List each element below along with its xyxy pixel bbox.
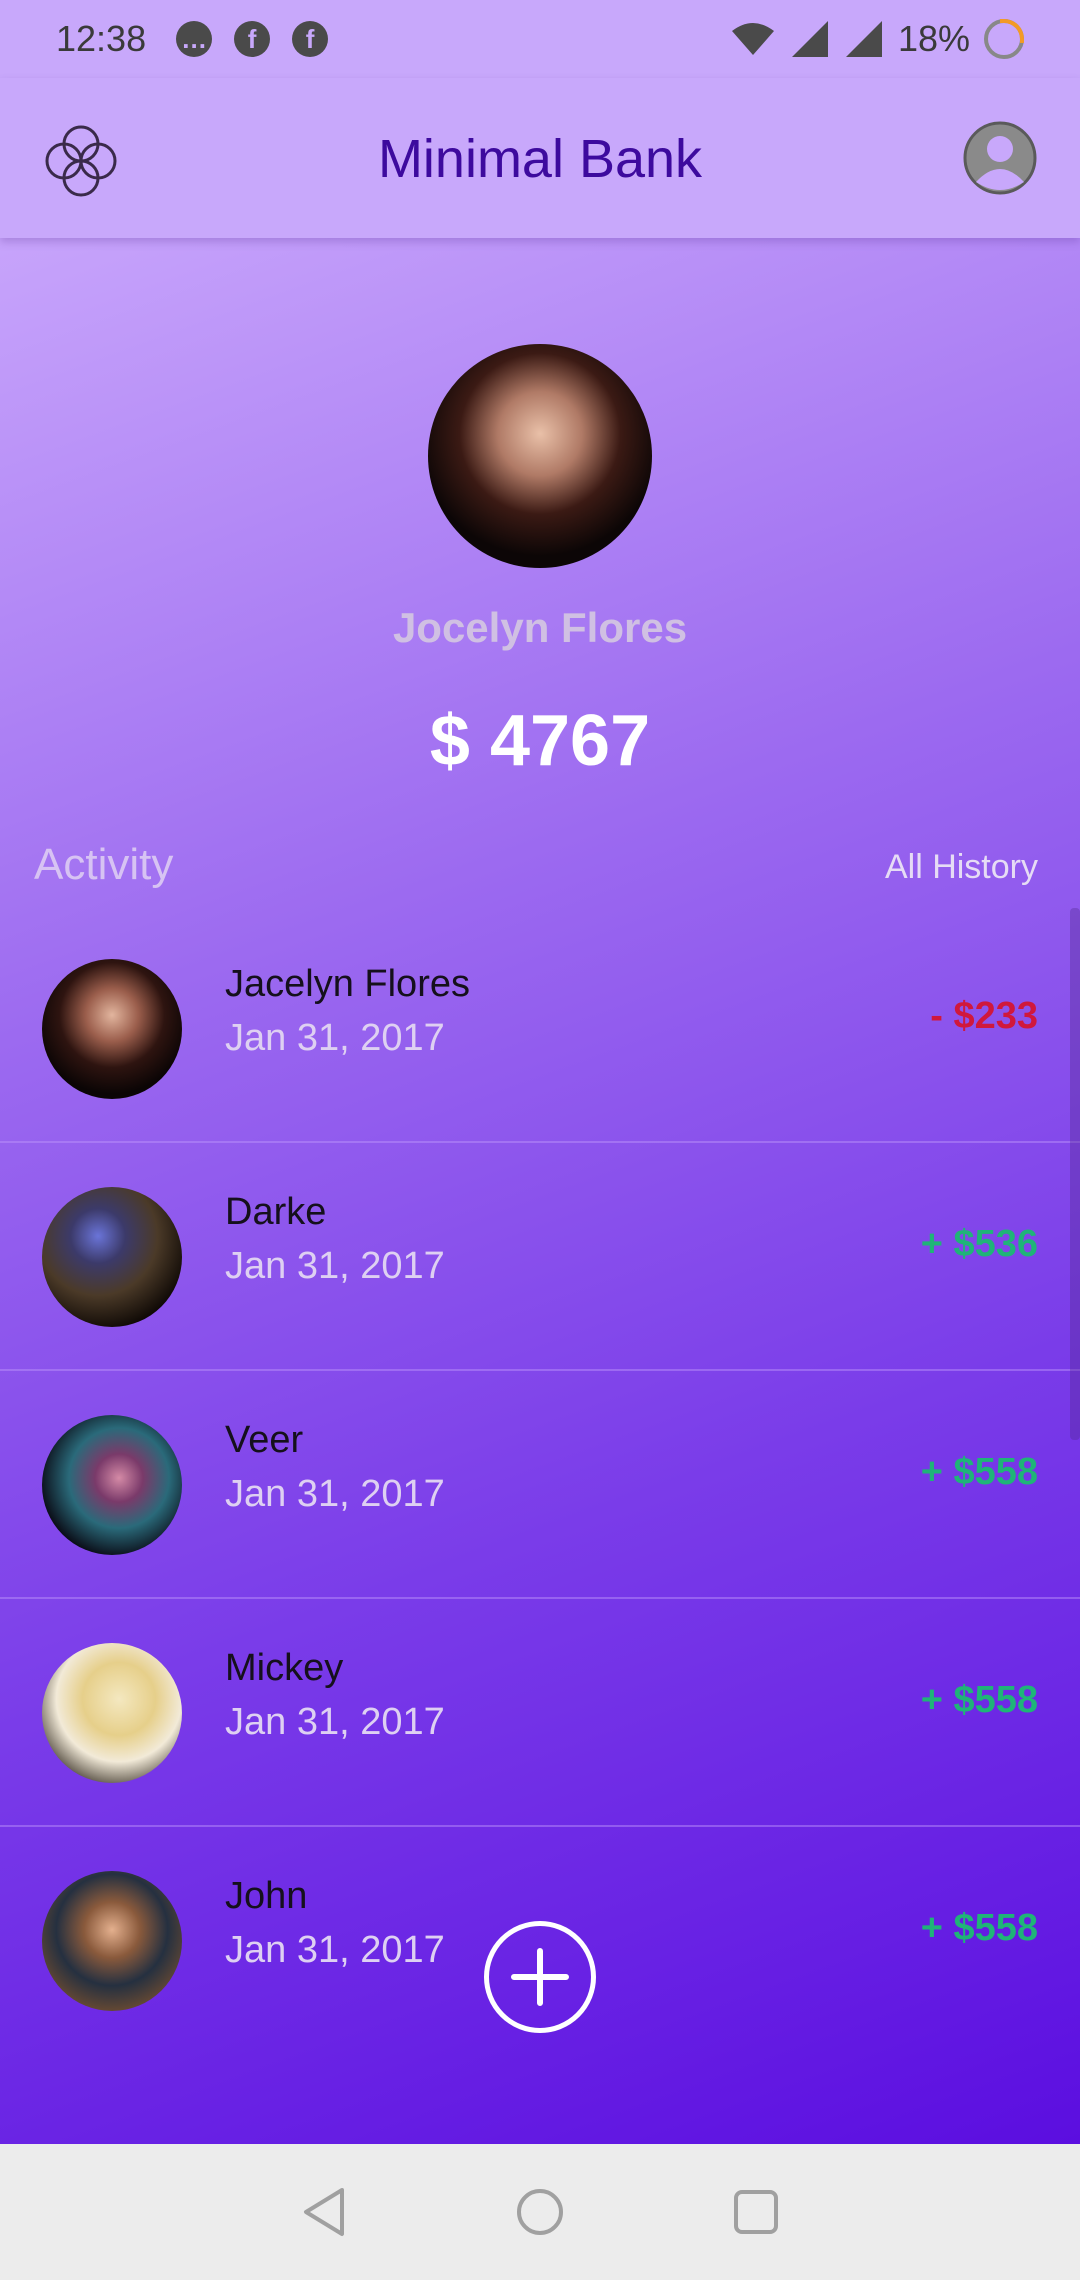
cell-signal-icon [791, 21, 828, 57]
home-button[interactable] [510, 2182, 570, 2242]
transaction-name: John [225, 1875, 308, 1917]
wifi-icon [731, 23, 774, 55]
back-icon [304, 2188, 344, 2236]
avatar [42, 1187, 182, 1327]
recents-icon [734, 2190, 778, 2234]
status-time: 12:38 [56, 18, 147, 59]
scrollbar[interactable] [1070, 908, 1080, 1440]
app-title: Minimal Bank [377, 129, 703, 189]
list-item[interactable]: Mickey Jan 31, 2017 + $558 [0, 1599, 1080, 1827]
avatar [42, 959, 182, 1099]
transaction-name: Mickey [225, 1647, 344, 1689]
avatar [42, 1643, 182, 1783]
transaction-amount: + $536 [920, 1223, 1038, 1265]
system-nav-bar [0, 2144, 1080, 2280]
facebook-icon: f [234, 21, 271, 57]
app-bar: Minimal Bank [0, 78, 1080, 238]
transaction-date: Jan 31, 2017 [225, 1245, 445, 1287]
home-icon [517, 2189, 563, 2235]
avatar [42, 1871, 182, 2011]
plus-icon [511, 1948, 569, 2006]
transaction-amount: + $558 [920, 1679, 1038, 1721]
status-bar: 12:38 … f f 18% [0, 0, 1080, 78]
profile-avatar [428, 344, 652, 568]
profile-name: Jocelyn Flores [392, 604, 688, 651]
facebook-icon: f [292, 21, 329, 57]
transaction-name: Veer [225, 1419, 304, 1461]
back-button[interactable] [294, 2182, 354, 2242]
transaction-name: Darke [225, 1191, 327, 1233]
transaction-amount: - $233 [930, 995, 1038, 1037]
list-item[interactable]: Jacelyn Flores Jan 31, 2017 - $233 [0, 915, 1080, 1143]
transaction-amount: + $558 [920, 1907, 1038, 1949]
all-history-link[interactable]: All History [885, 848, 1038, 887]
activity-list: Jacelyn Flores Jan 31, 2017 - $233 Darke… [0, 915, 1080, 2055]
transaction-date: Jan 31, 2017 [225, 1929, 445, 1971]
transaction-date: Jan 31, 2017 [225, 1701, 445, 1743]
activity-heading: Activity [34, 840, 174, 889]
account-balance: $ 4767 [429, 701, 651, 781]
list-item[interactable]: Veer Jan 31, 2017 + $558 [0, 1371, 1080, 1599]
list-item[interactable]: Darke Jan 31, 2017 + $536 [0, 1143, 1080, 1371]
transaction-date: Jan 31, 2017 [225, 1473, 445, 1515]
cell-signal-icon [845, 21, 882, 57]
transaction-name: Jacelyn Flores [225, 963, 470, 1005]
transaction-amount: + $558 [920, 1451, 1038, 1493]
transaction-date: Jan 31, 2017 [225, 1017, 445, 1059]
recents-button[interactable] [726, 2182, 786, 2242]
main-content: Jocelyn Flores $ 4767 Activity All Histo… [0, 238, 1080, 2144]
battery-icon [984, 19, 1024, 59]
battery-percent: 18% [897, 18, 970, 59]
message-icon: … [176, 21, 213, 57]
avatar [42, 1415, 182, 1555]
account-circle-icon[interactable] [962, 120, 1038, 196]
add-transaction-button[interactable] [484, 1921, 596, 2033]
